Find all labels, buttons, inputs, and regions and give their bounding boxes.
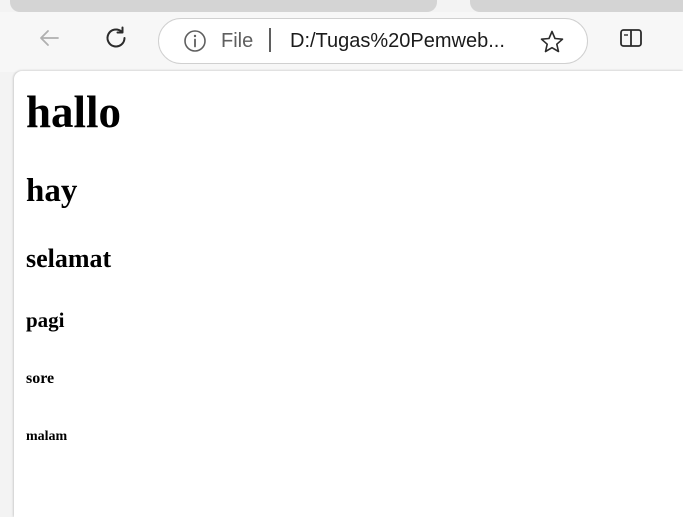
split-screen-icon (620, 29, 642, 47)
heading-1: hallo (26, 87, 122, 137)
scheme-label: File (221, 30, 254, 52)
page-content: hallo hay selamat pagi sore malam (14, 71, 683, 517)
tab-active[interactable] (10, 0, 437, 12)
reload-button[interactable] (98, 20, 134, 56)
star-icon[interactable] (538, 28, 566, 56)
heading-5: sore (26, 370, 55, 387)
heading-3: selamat (26, 244, 112, 273)
back-button[interactable] (31, 20, 67, 56)
address-separator (269, 28, 271, 52)
refresh-icon (106, 26, 126, 48)
browser-toolbar: File D:/Tugas%20Pemweb... (0, 12, 683, 72)
tab-inactive[interactable] (470, 0, 683, 12)
url-text[interactable]: D:/Tugas%20Pemweb... (290, 30, 505, 53)
tab-strip (0, 0, 683, 12)
address-bar[interactable]: File D:/Tugas%20Pemweb... (158, 18, 588, 64)
split-screen-button[interactable] (613, 20, 649, 56)
heading-4: pagi (26, 308, 65, 332)
info-icon[interactable] (183, 29, 207, 53)
arrow-left-icon (40, 30, 59, 46)
heading-6: malam (26, 429, 68, 444)
heading-2: hay (26, 173, 78, 209)
